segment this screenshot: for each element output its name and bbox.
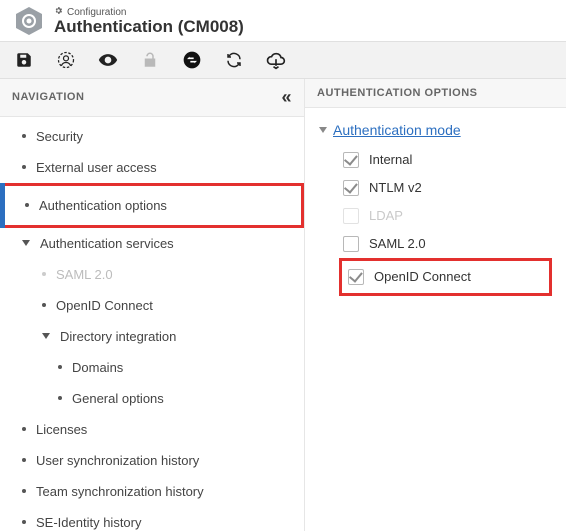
- module-icon: [14, 6, 44, 36]
- opt-label: LDAP: [369, 208, 403, 223]
- nav-item-external-user-access[interactable]: External user access: [0, 152, 304, 183]
- opt-openid-connect[interactable]: OpenID Connect: [339, 258, 552, 296]
- caret-down-icon: [319, 127, 327, 133]
- opt-ldap: LDAP: [339, 202, 552, 230]
- navigation-list: Security External user access Authentica…: [0, 117, 304, 531]
- bullet-icon: [58, 365, 62, 369]
- collapse-icon[interactable]: «: [281, 87, 292, 108]
- auth-mode-options: Internal NTLM v2 LDAP SAML 2.0 OpenID Co…: [319, 146, 552, 296]
- checkbox-icon[interactable]: [343, 180, 359, 196]
- nav-label: Authentication services: [40, 236, 292, 251]
- profiles-button[interactable]: [56, 50, 76, 70]
- bullet-icon: [22, 520, 26, 524]
- navigation-panel: NAVIGATION « Security External user acce…: [0, 79, 305, 531]
- eyebrow-text: Configuration: [67, 7, 126, 18]
- caret-down-icon: [22, 240, 30, 246]
- nav-label: Authentication options: [39, 198, 289, 213]
- opt-ntlm-v2[interactable]: NTLM v2: [339, 174, 552, 202]
- nav-item-general-options[interactable]: General options: [0, 383, 304, 414]
- opt-label: Internal: [369, 152, 412, 167]
- nav-item-user-sync-history[interactable]: User synchronization history: [0, 445, 304, 476]
- nav-label: User synchronization history: [36, 453, 292, 468]
- opt-internal[interactable]: Internal: [339, 146, 552, 174]
- nav-label: Domains: [72, 360, 292, 375]
- opt-label: NTLM v2: [369, 180, 422, 195]
- opt-label: SAML 2.0: [369, 236, 426, 251]
- nav-label: Directory integration: [60, 329, 292, 344]
- bullet-icon: [22, 489, 26, 493]
- opt-saml[interactable]: SAML 2.0: [339, 230, 552, 258]
- nav-item-team-sync-history[interactable]: Team synchronization history: [0, 476, 304, 507]
- bullet-icon: [22, 134, 26, 138]
- options-panel: AUTHENTICATION OPTIONS Authentication mo…: [305, 79, 566, 531]
- auth-mode-link[interactable]: Authentication mode: [333, 122, 461, 138]
- nav-label: SE-Identity history: [36, 515, 292, 530]
- cloud-button[interactable]: [266, 50, 286, 70]
- bullet-icon: [22, 165, 26, 169]
- checkbox-icon[interactable]: [348, 269, 364, 285]
- nav-item-domains[interactable]: Domains: [0, 352, 304, 383]
- opt-label: OpenID Connect: [374, 269, 471, 284]
- bullet-icon: [22, 458, 26, 462]
- toolbar: [0, 41, 566, 79]
- transfer-button[interactable]: [182, 50, 202, 70]
- checkbox-icon: [343, 208, 359, 224]
- nav-item-openid-connect[interactable]: OpenID Connect: [0, 290, 304, 321]
- options-title: AUTHENTICATION OPTIONS: [317, 87, 478, 99]
- nav-item-security[interactable]: Security: [0, 121, 304, 152]
- nav-item-authentication-options[interactable]: Authentication options: [0, 183, 304, 228]
- nav-label: SAML 2.0: [56, 267, 292, 282]
- nav-label: External user access: [36, 160, 292, 175]
- options-content: Authentication mode Internal NTLM v2 LDA…: [305, 108, 566, 306]
- page-title: Authentication (CM008): [54, 18, 244, 37]
- navigation-title: NAVIGATION: [12, 91, 84, 103]
- checkbox-icon[interactable]: [343, 152, 359, 168]
- save-button[interactable]: [14, 50, 34, 70]
- nav-label: OpenID Connect: [56, 298, 292, 313]
- nav-item-licenses[interactable]: Licenses: [0, 414, 304, 445]
- nav-item-se-identity-history[interactable]: SE-Identity history: [0, 507, 304, 531]
- caret-down-icon: [42, 333, 50, 339]
- options-header: AUTHENTICATION OPTIONS: [305, 79, 566, 108]
- navigation-header: NAVIGATION «: [0, 79, 304, 117]
- bullet-icon: [42, 303, 46, 307]
- bullet-icon: [58, 396, 62, 400]
- nav-label: Team synchronization history: [36, 484, 292, 499]
- bullet-icon: [25, 203, 29, 207]
- eye-button[interactable]: [98, 50, 118, 70]
- unlock-button[interactable]: [140, 50, 160, 70]
- nav-label: General options: [72, 391, 292, 406]
- nav-group-authentication-services[interactable]: Authentication services: [0, 228, 304, 259]
- auth-mode-group-header[interactable]: Authentication mode: [319, 122, 552, 138]
- nav-item-saml[interactable]: SAML 2.0: [0, 259, 304, 290]
- nav-group-directory-integration[interactable]: Directory integration: [0, 321, 304, 352]
- refresh-button[interactable]: [224, 50, 244, 70]
- bullet-icon: [22, 427, 26, 431]
- checkbox-icon[interactable]: [343, 236, 359, 252]
- title-block: Configuration Authentication (CM008): [54, 6, 244, 37]
- bullet-icon: [42, 272, 46, 276]
- page-header: Configuration Authentication (CM008): [0, 0, 566, 41]
- nav-label: Licenses: [36, 422, 292, 437]
- nav-label: Security: [36, 129, 292, 144]
